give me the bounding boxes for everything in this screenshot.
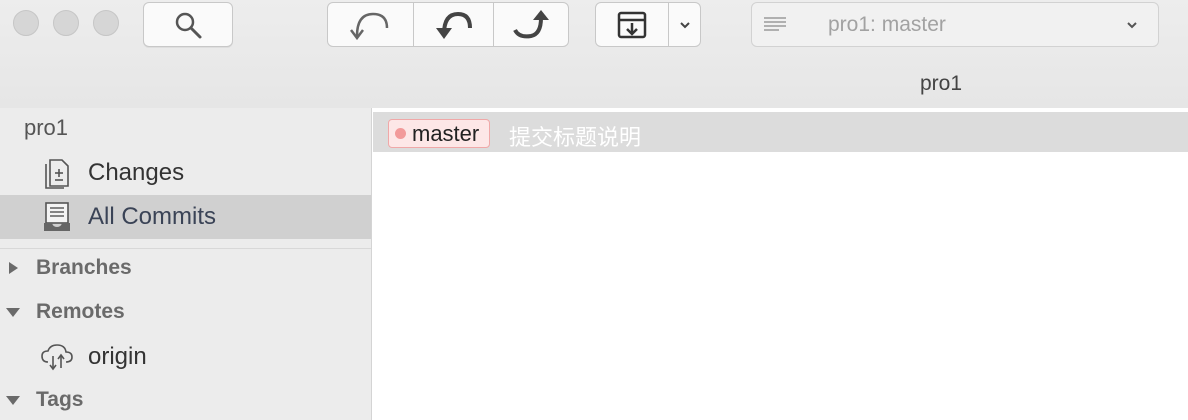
commit-list: master 提交标题说明 xyxy=(373,108,1188,420)
repo-selector-label: pro1: master xyxy=(828,12,946,36)
stash-button[interactable] xyxy=(596,3,668,46)
push-button[interactable] xyxy=(493,3,568,46)
sidebar-item-label: All Commits xyxy=(88,203,217,230)
repo-branch-selector[interactable]: pro1: master xyxy=(751,2,1159,47)
remote-actions-group xyxy=(327,2,569,47)
list-lines-icon xyxy=(764,16,786,31)
sidebar-section-tags[interactable]: Tags xyxy=(0,383,371,417)
chevron-down-icon xyxy=(679,21,690,28)
push-icon xyxy=(513,9,549,38)
sidebar-item-origin[interactable]: origin xyxy=(0,335,371,379)
changes-doc-icon xyxy=(40,156,74,190)
disclosure-collapsed-icon xyxy=(9,262,18,274)
commit-message: 提交标题说明 xyxy=(509,125,642,150)
sidebar-section-branches[interactable]: Branches xyxy=(0,251,371,285)
table-row[interactable]: master 提交标题说明 xyxy=(373,112,1188,152)
branch-badge-label: master xyxy=(412,120,480,146)
section-label: Branches xyxy=(36,256,132,279)
zoom-window-button[interactable] xyxy=(93,10,119,36)
section-label: Remotes xyxy=(36,300,125,323)
fetch-icon xyxy=(349,12,388,40)
branch-badge: master xyxy=(388,119,491,148)
close-window-button[interactable] xyxy=(13,10,39,36)
sidebar-item-label: Changes xyxy=(88,159,185,186)
minimize-window-button[interactable] xyxy=(53,10,79,36)
commits-stack-icon xyxy=(40,200,74,234)
section-label: Tags xyxy=(36,388,84,411)
window-title-text: pro1 xyxy=(920,72,963,95)
sidebar-section-remotes[interactable]: Remotes xyxy=(0,295,371,329)
cloud-icon xyxy=(40,340,74,374)
sidebar: pro1 Changes All Commits Branches Remote… xyxy=(0,108,372,420)
chevron-down-icon xyxy=(1127,21,1137,28)
sidebar-item-all-commits[interactable]: All Commits xyxy=(0,195,371,239)
search-icon xyxy=(175,12,202,38)
search-button[interactable] xyxy=(143,2,233,47)
disclosure-expanded-icon xyxy=(6,396,20,405)
toolbar: pro1: master pro1 xyxy=(0,0,1188,108)
disclosure-expanded-icon xyxy=(6,308,20,317)
sidebar-repo-name: pro1 xyxy=(24,115,69,140)
pull-icon xyxy=(435,11,472,39)
pull-button[interactable] xyxy=(413,3,493,46)
stash-box-icon xyxy=(617,11,647,38)
stash-menu-button[interactable] xyxy=(668,3,700,46)
sidebar-divider xyxy=(0,248,371,249)
fetch-button[interactable] xyxy=(328,3,413,46)
branch-dot-icon xyxy=(395,128,406,139)
remote-label: origin xyxy=(88,343,147,370)
sidebar-item-changes[interactable]: Changes xyxy=(0,151,371,195)
stash-group xyxy=(595,2,701,47)
